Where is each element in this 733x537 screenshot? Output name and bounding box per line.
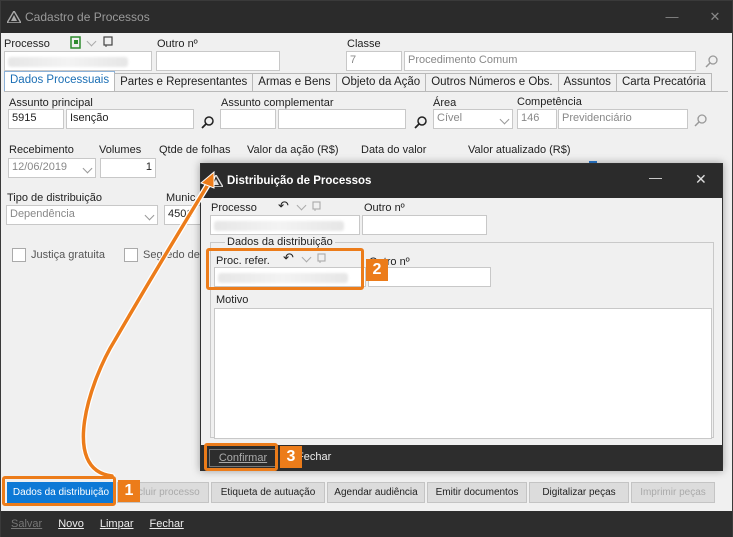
callout-badge-1: 1 (118, 480, 140, 502)
segredo-label: Segredo de (143, 249, 200, 261)
close-button[interactable]: ✕ (699, 1, 731, 33)
distribuicao-dialog: Distribuição de Processos — ✕ Processo ↶… (200, 163, 723, 471)
document-icon[interactable] (70, 36, 82, 49)
recebimento-label: Recebimento (9, 144, 74, 156)
area-value: Cível (437, 112, 463, 124)
dialog-chevron-down-icon[interactable] (296, 200, 307, 211)
digitalizar-pecas-button[interactable]: Digitalizar peças (529, 482, 629, 503)
recebimento-date[interactable]: 12/06/2019 (8, 158, 96, 178)
valor-atualizado-label: Valor atualizado (R$) (468, 144, 571, 156)
undo-icon[interactable]: ↶ (278, 198, 289, 214)
callout-badge-2: 2 (366, 259, 388, 281)
imprimir-pecas-button[interactable]: Imprimir peças (631, 482, 715, 503)
app-logo-icon (7, 11, 21, 23)
salvar-button[interactable]: Salvar (11, 518, 42, 530)
classe-code-input[interactable]: 7 (346, 51, 402, 71)
agendar-audiencia-button[interactable]: Agendar audiência (327, 482, 425, 503)
dialog-outro-label: Outro nº (364, 202, 405, 214)
complementar-code-input[interactable] (220, 109, 276, 129)
dialog-title: Distribuição de Processos (227, 175, 372, 187)
assunto-principal-label: Assunto principal (9, 97, 93, 109)
tab-divider (4, 91, 728, 92)
area-select[interactable]: Cível (433, 109, 513, 129)
dialog-fechar-button[interactable]: Fechar (297, 451, 331, 463)
tab-armas[interactable]: Armas e Bens (252, 73, 337, 92)
justica-gratuita-label: Justiça gratuita (31, 249, 105, 261)
volumes-input[interactable]: 1 (100, 158, 156, 178)
competencia-code-input[interactable]: 146 (517, 109, 557, 129)
dialog-minimize-button[interactable]: — (649, 170, 662, 185)
assunto-search-icon[interactable] (201, 115, 215, 129)
dialog-logo-icon (209, 175, 223, 187)
assunto-complementar-label: Assunto complementar (221, 97, 334, 109)
highlight-box-2 (206, 248, 364, 290)
highlight-box-1 (2, 476, 116, 506)
competencia-name-input[interactable]: Previdenciário (558, 109, 688, 129)
classe-label: Classe (347, 38, 381, 50)
note-icon[interactable] (103, 36, 114, 48)
segredo-checkbox[interactable] (124, 248, 138, 262)
limpar-button[interactable]: Limpar (100, 518, 134, 530)
tab-carta-precatoria[interactable]: Carta Precatória (615, 73, 712, 92)
tab-objeto[interactable]: Objeto da Ação (335, 73, 427, 92)
dialog-title-bar: Distribuição de Processos — ✕ (201, 164, 722, 198)
group-label: Dados da distribuição (225, 236, 335, 248)
dialog-outro-input[interactable] (362, 215, 487, 235)
recebimento-value: 12/06/2019 (12, 161, 68, 173)
dialog-note-icon[interactable] (312, 201, 322, 212)
outro-input[interactable] (156, 51, 280, 71)
etiqueta-autuacao-button[interactable]: Etiqueta de autuação (211, 482, 325, 503)
dialog-close-button[interactable]: ✕ (695, 171, 707, 188)
complementar-search-icon[interactable] (414, 115, 428, 129)
motivo-label: Motivo (216, 294, 249, 306)
emitir-documentos-button[interactable]: Emitir documentos (427, 482, 527, 503)
search-icon[interactable] (705, 54, 719, 68)
fechar-button[interactable]: Fechar (150, 518, 184, 530)
window-title: Cadastro de Processos (25, 10, 150, 24)
motivo-textarea[interactable] (214, 308, 712, 439)
tipo-distribuicao-select[interactable]: Dependência (6, 205, 158, 225)
valor-acao-label: Valor da ação (R$) (247, 144, 339, 156)
municipio-input[interactable]: 4501 (164, 205, 204, 225)
dialog-processo-label: Processo (211, 202, 257, 214)
bottom-bar: Salvar Novo Limpar Fechar (1, 511, 732, 537)
data-valor-label: Data do valor (361, 144, 427, 156)
assunto-code-input[interactable]: 5915 (8, 109, 64, 129)
justica-gratuita-checkbox[interactable] (12, 248, 26, 262)
title-bar: Cadastro de Processos — ✕ (1, 1, 732, 33)
qtde-folhas-label: Qtde de folhas (159, 144, 231, 156)
callout-badge-3: 3 (280, 446, 302, 468)
competencia-search-icon[interactable] (694, 113, 708, 127)
highlight-box-3 (204, 443, 278, 471)
tipo-distribuicao-value: Dependência (10, 208, 75, 220)
tab-outros-numeros[interactable]: Outros Números e Obs. (425, 73, 559, 92)
processo-label: Processo (4, 38, 50, 50)
tab-dados-processuais[interactable]: Dados Processuais (4, 71, 116, 92)
complementar-name-input[interactable] (278, 109, 406, 129)
chevron-down-icon[interactable] (86, 36, 97, 47)
outro-label: Outro nº (157, 38, 198, 50)
tipo-distribuicao-label: Tipo de distribuição (7, 192, 102, 204)
competencia-label: Competência (517, 96, 582, 108)
minimize-button[interactable]: — (656, 1, 688, 33)
area-label: Área (433, 97, 457, 109)
dialog-processo-input[interactable] (210, 215, 360, 235)
municipio-label: Munic (166, 192, 196, 204)
processo-input[interactable] (4, 51, 152, 71)
novo-button[interactable]: Novo (58, 518, 84, 530)
volumes-label: Volumes (99, 144, 142, 156)
assunto-name-input[interactable]: Isenção (66, 109, 194, 129)
tab-assuntos[interactable]: Assuntos (557, 73, 617, 92)
classe-name-input[interactable]: Procedimento Comum (404, 51, 696, 71)
tab-partes[interactable]: Partes e Representantes (114, 73, 254, 92)
tab-strip: Dados Processuais Partes e Representante… (4, 71, 712, 92)
